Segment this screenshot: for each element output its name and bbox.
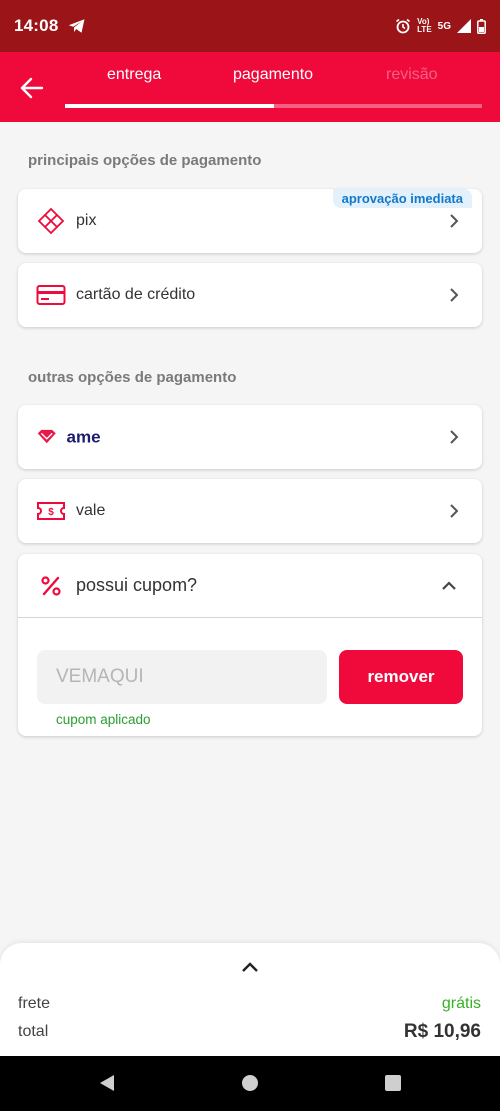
ame-logo: ame bbox=[36, 422, 106, 452]
nav-home-icon[interactable] bbox=[241, 1074, 259, 1092]
step-pagamento[interactable]: pagamento bbox=[233, 66, 313, 84]
chevron-up-icon bbox=[442, 580, 456, 590]
remove-coupon-button[interactable]: remover bbox=[339, 650, 463, 704]
step-entrega[interactable]: entrega bbox=[107, 66, 161, 84]
nav-back-icon[interactable] bbox=[98, 1074, 116, 1092]
payment-option-credit-card[interactable]: cartão de crédito bbox=[18, 263, 482, 327]
step-revisao: revisão bbox=[386, 66, 438, 83]
percent-icon bbox=[41, 575, 61, 596]
chevron-right-icon bbox=[450, 214, 459, 228]
credit-card-icon bbox=[36, 280, 66, 310]
status-icons: Vo) LTE 5G bbox=[395, 18, 486, 34]
coupon-title: possui cupom? bbox=[76, 575, 198, 595]
pix-icon bbox=[36, 206, 66, 236]
checkout-header: entrega pagamento revisão bbox=[0, 52, 500, 122]
battery-icon bbox=[477, 18, 486, 34]
back-arrow-icon[interactable] bbox=[18, 74, 46, 102]
telegram-icon bbox=[69, 19, 85, 33]
payment-option-vale[interactable]: $ vale bbox=[18, 479, 482, 543]
signal-icon bbox=[457, 19, 471, 33]
payment-option-pix[interactable]: aprovação imediata pix bbox=[18, 189, 482, 253]
coupon-toggle[interactable]: possui cupom? bbox=[18, 554, 482, 618]
frete-value: grátis bbox=[441, 995, 481, 1012]
nav-recents-icon[interactable] bbox=[384, 1074, 402, 1092]
main-options-title: principais opções de pagamento bbox=[28, 152, 262, 169]
expand-summary-icon[interactable] bbox=[240, 959, 260, 975]
other-options-title: outras opções de pagamento bbox=[28, 369, 237, 386]
payment-option-label: cartão de crédito bbox=[76, 286, 196, 303]
payment-option-ame[interactable]: ame bbox=[18, 405, 482, 469]
system-nav-bar bbox=[0, 1056, 500, 1111]
total-row: total R$ 10,96 bbox=[18, 1021, 481, 1043]
volte-indicator: Vo) LTE bbox=[417, 17, 432, 34]
instant-approval-badge: aprovação imediata bbox=[332, 189, 472, 208]
coupon-code-field[interactable]: VEMAQUI bbox=[37, 650, 327, 704]
total-label: total bbox=[18, 1023, 49, 1040]
chevron-right-icon bbox=[450, 504, 459, 518]
chevron-right-icon bbox=[450, 430, 459, 444]
payment-option-label: vale bbox=[76, 502, 106, 519]
order-summary-sheet: frete grátis total R$ 10,96 bbox=[0, 943, 500, 1056]
checkout-progress-bar bbox=[65, 104, 482, 108]
frete-label: frete bbox=[18, 995, 51, 1012]
frete-row: frete grátis bbox=[18, 995, 481, 1013]
alarm-icon bbox=[396, 18, 411, 34]
total-value: R$ 10,96 bbox=[403, 1021, 481, 1042]
network-type: 5G bbox=[437, 20, 451, 32]
voucher-icon: $ bbox=[36, 496, 66, 526]
chevron-right-icon bbox=[450, 288, 459, 302]
checkout-progress-fill bbox=[65, 104, 274, 108]
status-bar: 14:08 Vo) LTE 5G bbox=[0, 0, 500, 52]
coupon-status-text: cupom aplicado bbox=[56, 712, 151, 727]
ame-logo-text: ame bbox=[67, 427, 101, 446]
payment-option-label: pix bbox=[76, 212, 97, 229]
coupon-panel: possui cupom? VEMAQUI remover cupom apli… bbox=[18, 554, 482, 736]
svg-text:$: $ bbox=[48, 507, 54, 518]
clock: 14:08 bbox=[14, 16, 59, 35]
